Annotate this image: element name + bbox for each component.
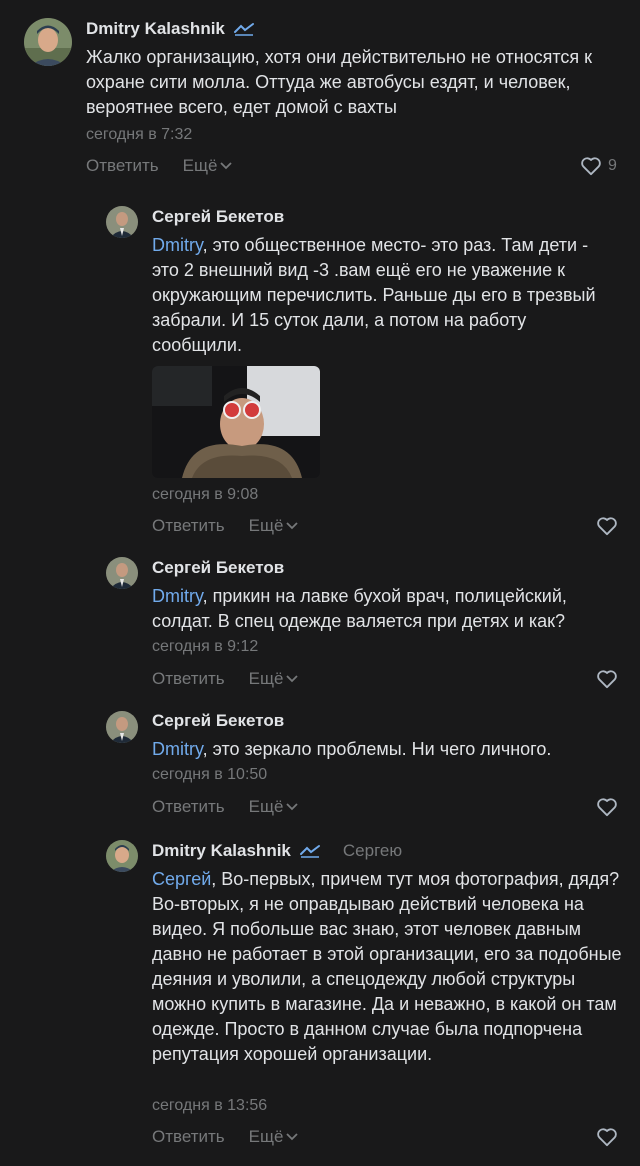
avatar[interactable] — [106, 557, 138, 589]
chevron-down-icon — [286, 803, 299, 811]
avatar-image — [106, 206, 138, 238]
chevron-down-icon — [220, 162, 233, 170]
heart-icon — [581, 157, 601, 176]
reply-button[interactable]: Ответить — [152, 516, 225, 536]
like-button[interactable] — [596, 669, 618, 689]
author-name[interactable]: Сергей Бекетов — [152, 711, 284, 731]
chevron-down-icon — [286, 1133, 299, 1141]
mention-link[interactable]: Сергей — [152, 869, 211, 889]
more-label: Ещё — [248, 516, 284, 535]
timestamp[interactable]: сегодня в 10:50 — [152, 766, 267, 784]
like-count: 9 — [608, 157, 617, 174]
more-button[interactable]: Ещё — [249, 516, 299, 536]
comment-text: , это общественное место- это раз. Там д… — [152, 235, 596, 355]
reply-button[interactable]: Ответить — [152, 669, 225, 689]
avatar[interactable] — [106, 711, 138, 743]
more-label: Ещё — [248, 797, 284, 816]
more-button[interactable]: Ещё — [249, 797, 299, 817]
reply-to-link[interactable]: Сергею — [343, 841, 402, 861]
verified-badge-icon — [233, 23, 254, 36]
like-button[interactable] — [596, 797, 618, 817]
mention-link[interactable]: Dmitry — [152, 586, 203, 606]
comment-text: , это зеркало проблемы. Ни чего личного. — [202, 739, 552, 759]
reply-button[interactable]: Ответить — [152, 797, 225, 817]
avatar-image — [24, 18, 72, 66]
author-name[interactable]: Dmitry Kalashnik — [152, 841, 291, 861]
avatar-image — [106, 711, 138, 743]
more-button[interactable]: Ещё — [249, 669, 299, 689]
timestamp[interactable]: сегодня в 13:56 — [152, 1097, 267, 1115]
avatar-image — [106, 557, 138, 589]
chevron-down-icon — [286, 522, 299, 530]
more-label: Ещё — [248, 1127, 284, 1146]
more-label: Ещё — [248, 669, 284, 688]
chevron-down-icon — [286, 675, 299, 683]
more-button[interactable]: Ещё — [183, 156, 233, 176]
like-button[interactable] — [596, 1127, 618, 1147]
photo-image — [152, 366, 320, 478]
timestamp[interactable]: сегодня в 9:08 — [152, 486, 258, 504]
more-button[interactable]: Ещё — [249, 1127, 299, 1147]
attached-photo[interactable] — [152, 366, 320, 478]
avatar[interactable] — [106, 206, 138, 238]
heart-icon — [597, 670, 617, 689]
timestamp[interactable]: сегодня в 7:32 — [86, 126, 192, 144]
author-name[interactable]: Dmitry Kalashnik — [86, 19, 225, 39]
author-name[interactable]: Сергей Бекетов — [152, 207, 284, 227]
heart-icon — [597, 798, 617, 817]
comment-text: Жалко организацию, хотя они действительн… — [86, 47, 593, 117]
more-label: Ещё — [182, 156, 218, 175]
timestamp[interactable]: сегодня в 9:12 — [152, 638, 258, 656]
verified-badge-icon — [299, 845, 320, 858]
comment-text: , прикин на лавке бухой врач, полицейски… — [152, 586, 567, 631]
avatar[interactable] — [106, 840, 138, 872]
heart-icon — [597, 1128, 617, 1147]
comment-text: , Во-первых, причем тут моя фотография, … — [152, 869, 622, 1064]
mention-link[interactable]: Dmitry — [152, 739, 203, 759]
mention-link[interactable]: Dmitry — [152, 235, 203, 255]
like-button[interactable] — [596, 516, 618, 536]
heart-icon — [597, 517, 617, 536]
reply-button[interactable]: Ответить — [152, 1127, 225, 1147]
author-name[interactable]: Сергей Бекетов — [152, 558, 284, 578]
avatar[interactable] — [24, 18, 72, 66]
avatar-image — [106, 840, 138, 872]
like-button[interactable]: 9 — [580, 156, 617, 176]
reply-button[interactable]: Ответить — [86, 156, 159, 176]
